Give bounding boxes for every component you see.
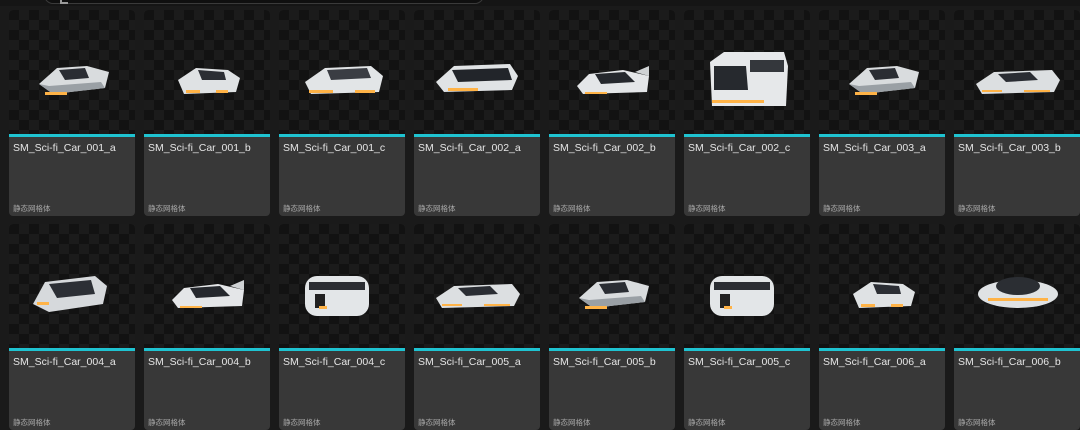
asset-tile[interactable]: SM_Sci-fi_Car_003_a 静态网格体 <box>819 10 945 216</box>
asset-type-label: 静态网格体 <box>958 418 996 427</box>
asset-type-color-bar <box>279 134 405 137</box>
car-thumbnail-image <box>178 68 240 94</box>
asset-type-label: 静态网格体 <box>418 418 456 427</box>
asset-type-color-bar <box>9 134 135 137</box>
asset-thumbnail[interactable] <box>9 10 135 134</box>
asset-thumbnail[interactable] <box>414 10 540 134</box>
asset-tile[interactable]: SM_Sci-fi_Car_001_a 静态网格体 <box>9 10 135 216</box>
asset-type-color-bar <box>819 134 945 137</box>
asset-type-color-bar <box>414 134 540 137</box>
asset-thumbnail[interactable] <box>279 224 405 348</box>
asset-name: SM_Sci-fi_Car_001_c <box>283 142 386 154</box>
asset-thumbnail[interactable] <box>414 224 540 348</box>
asset-tile[interactable]: SM_Sci-fi_Car_004_a 静态网格体 <box>9 224 135 430</box>
asset-type-label: 静态网格体 <box>823 204 861 213</box>
asset-tile[interactable]: SM_Sci-fi_Car_001_b 静态网格体 <box>144 10 270 216</box>
asset-type-color-bar <box>954 134 1080 137</box>
asset-name: SM_Sci-fi_Car_006_a <box>823 356 926 368</box>
asset-type-color-bar <box>144 134 270 137</box>
car-thumbnail-image <box>305 276 369 316</box>
asset-thumbnail[interactable] <box>819 224 945 348</box>
asset-type-label: 静态网格体 <box>688 418 726 427</box>
asset-tile[interactable]: SM_Sci-fi_Car_005_b 静态网格体 <box>549 224 675 430</box>
asset-tile[interactable]: SM_Sci-fi_Car_002_a 静态网格体 <box>414 10 540 216</box>
asset-type-label: 静态网格体 <box>823 418 861 427</box>
car-thumbnail-image <box>579 280 649 309</box>
asset-name: SM_Sci-fi_Car_001_b <box>148 142 251 154</box>
asset-thumbnail[interactable] <box>954 10 1080 134</box>
asset-tile[interactable]: SM_Sci-fi_Car_001_c 静态网格体 <box>279 10 405 216</box>
car-thumbnail-image <box>305 66 383 94</box>
asset-type-label: 静态网格体 <box>283 204 321 213</box>
asset-type-color-bar <box>549 134 675 137</box>
asset-thumbnail[interactable] <box>144 10 270 134</box>
car-thumbnail-image <box>33 276 107 312</box>
asset-type-label: 静态网格体 <box>283 418 321 427</box>
asset-tile[interactable]: SM_Sci-fi_Car_004_b 静态网格体 <box>144 224 270 430</box>
asset-type-label: 静态网格体 <box>688 204 726 213</box>
asset-tile[interactable]: SM_Sci-fi_Car_002_c 静态网格体 <box>684 10 810 216</box>
asset-type-color-bar <box>9 348 135 351</box>
asset-type-label: 静态网格体 <box>148 204 186 213</box>
asset-type-color-bar <box>684 348 810 351</box>
asset-type-color-bar <box>414 348 540 351</box>
asset-thumbnail[interactable] <box>684 10 810 134</box>
asset-thumbnail[interactable] <box>9 224 135 348</box>
asset-thumbnail[interactable] <box>549 10 675 134</box>
asset-tile[interactable]: SM_Sci-fi_Car_004_c 静态网格体 <box>279 224 405 430</box>
car-thumbnail-image <box>853 282 915 308</box>
asset-tile[interactable]: SM_Sci-fi_Car_006_a 静态网格体 <box>819 224 945 430</box>
asset-type-label: 静态网格体 <box>13 418 51 427</box>
asset-grid: SM_Sci-fi_Car_001_a 静态网格体 SM_Sci-fi_Car_0… <box>0 0 1080 430</box>
car-thumbnail-image <box>436 284 520 308</box>
asset-type-label: 静态网格体 <box>958 204 996 213</box>
asset-name: SM_Sci-fi_Car_005_c <box>688 356 791 368</box>
asset-name: SM_Sci-fi_Car_006_b <box>958 356 1061 368</box>
asset-thumbnail[interactable] <box>549 224 675 348</box>
asset-name: SM_Sci-fi_Car_004_a <box>13 356 116 368</box>
asset-name: SM_Sci-fi_Car_001_a <box>13 142 116 154</box>
asset-name: SM_Sci-fi_Car_002_a <box>418 142 521 154</box>
asset-name: SM_Sci-fi_Car_004_c <box>283 356 386 368</box>
car-thumbnail-image <box>710 52 788 106</box>
asset-tile[interactable]: SM_Sci-fi_Car_003_b 静态网格体 <box>954 10 1080 216</box>
asset-type-color-bar <box>954 348 1080 351</box>
car-thumbnail-image <box>172 280 244 308</box>
asset-thumbnail[interactable] <box>954 224 1080 348</box>
car-thumbnail-image <box>710 276 774 316</box>
car-thumbnail-image <box>577 66 649 94</box>
asset-type-label: 静态网格体 <box>553 204 591 213</box>
car-thumbnail-image <box>39 66 109 95</box>
asset-type-color-bar <box>819 348 945 351</box>
asset-name: SM_Sci-fi_Car_005_a <box>418 356 521 368</box>
asset-tile[interactable]: SM_Sci-fi_Car_005_c 静态网格体 <box>684 224 810 430</box>
car-thumbnail-image <box>978 277 1058 308</box>
car-thumbnail-image <box>849 66 919 95</box>
car-thumbnail-image <box>436 64 518 92</box>
asset-name: SM_Sci-fi_Car_002_c <box>688 142 791 154</box>
asset-type-label: 静态网格体 <box>553 418 591 427</box>
asset-type-label: 静态网格体 <box>148 418 186 427</box>
asset-tile[interactable]: SM_Sci-fi_Car_005_a 静态网格体 <box>414 224 540 430</box>
asset-thumbnail[interactable] <box>279 10 405 134</box>
asset-type-color-bar <box>279 348 405 351</box>
asset-name: SM_Sci-fi_Car_003_a <box>823 142 926 154</box>
asset-name: SM_Sci-fi_Car_005_b <box>553 356 656 368</box>
car-thumbnail-image <box>976 70 1060 94</box>
asset-thumbnail[interactable] <box>144 224 270 348</box>
asset-tile[interactable]: SM_Sci-fi_Car_002_b 静态网格体 <box>549 10 675 216</box>
asset-type-color-bar <box>549 348 675 351</box>
asset-type-color-bar <box>684 134 810 137</box>
asset-name: SM_Sci-fi_Car_004_b <box>148 356 251 368</box>
asset-type-label: 静态网格体 <box>418 204 456 213</box>
asset-tile[interactable]: SM_Sci-fi_Car_006_b 静态网格体 <box>954 224 1080 430</box>
asset-name: SM_Sci-fi_Car_003_b <box>958 142 1061 154</box>
asset-type-label: 静态网格体 <box>13 204 51 213</box>
asset-thumbnail[interactable] <box>684 224 810 348</box>
asset-type-color-bar <box>144 348 270 351</box>
asset-name: SM_Sci-fi_Car_002_b <box>553 142 656 154</box>
asset-thumbnail[interactable] <box>819 10 945 134</box>
